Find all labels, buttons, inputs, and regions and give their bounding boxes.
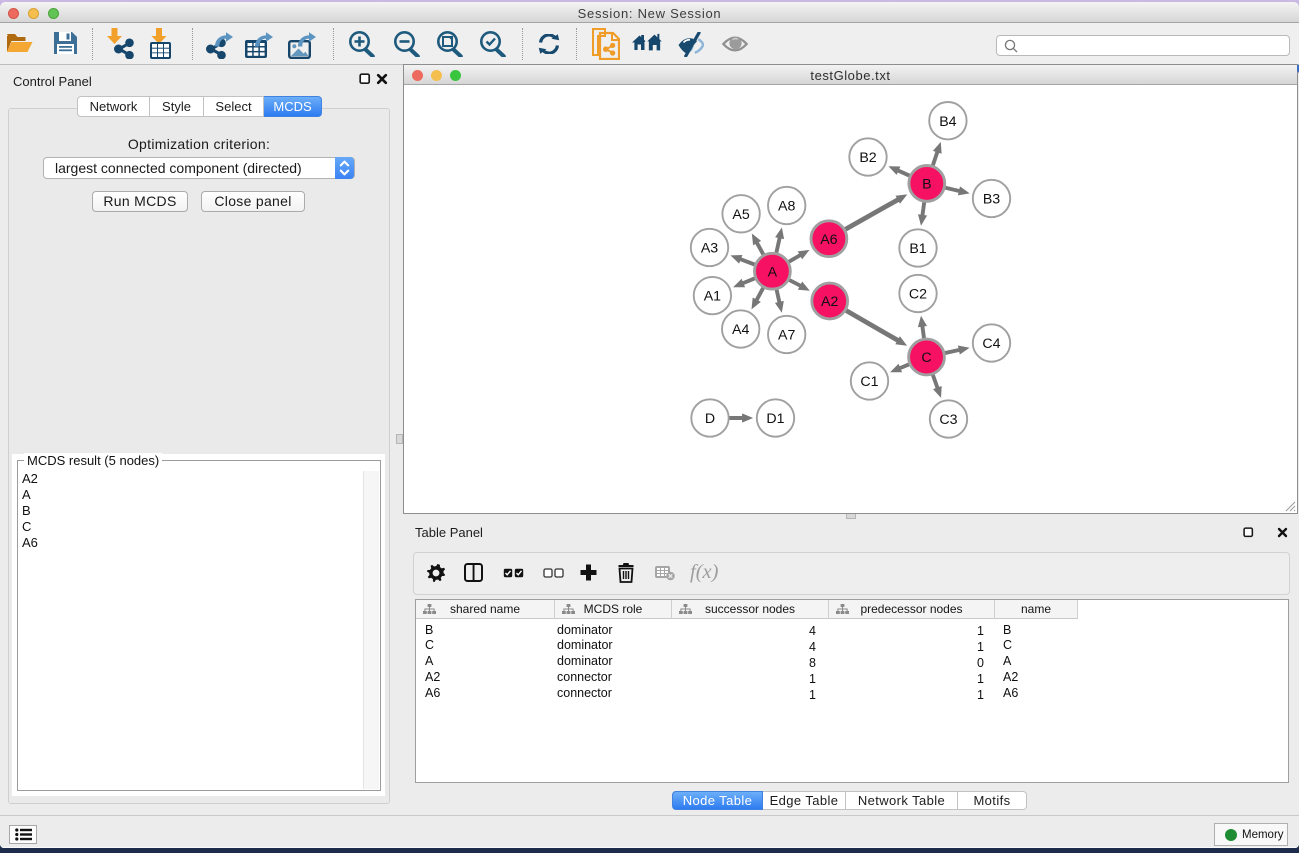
svg-text:B1: B1 xyxy=(909,241,926,257)
svg-text:D: D xyxy=(705,411,715,427)
svg-text:A7: A7 xyxy=(778,328,795,344)
svg-text:B2: B2 xyxy=(859,150,876,166)
svg-text:B4: B4 xyxy=(939,114,956,130)
svg-text:C: C xyxy=(921,350,931,366)
svg-text:A: A xyxy=(768,264,778,280)
svg-text:A3: A3 xyxy=(701,241,718,257)
svg-text:C1: C1 xyxy=(860,374,878,390)
svg-text:B3: B3 xyxy=(983,192,1000,208)
svg-text:C3: C3 xyxy=(939,412,957,428)
svg-text:D1: D1 xyxy=(766,411,784,427)
svg-text:A1: A1 xyxy=(704,289,721,305)
svg-text:C4: C4 xyxy=(982,336,1000,352)
svg-text:A8: A8 xyxy=(778,199,795,215)
svg-text:A2: A2 xyxy=(821,294,838,310)
svg-text:A5: A5 xyxy=(732,207,749,223)
svg-text:C2: C2 xyxy=(909,287,927,303)
svg-text:A6: A6 xyxy=(820,232,837,248)
svg-text:B: B xyxy=(922,177,931,193)
svg-text:A4: A4 xyxy=(732,322,749,338)
